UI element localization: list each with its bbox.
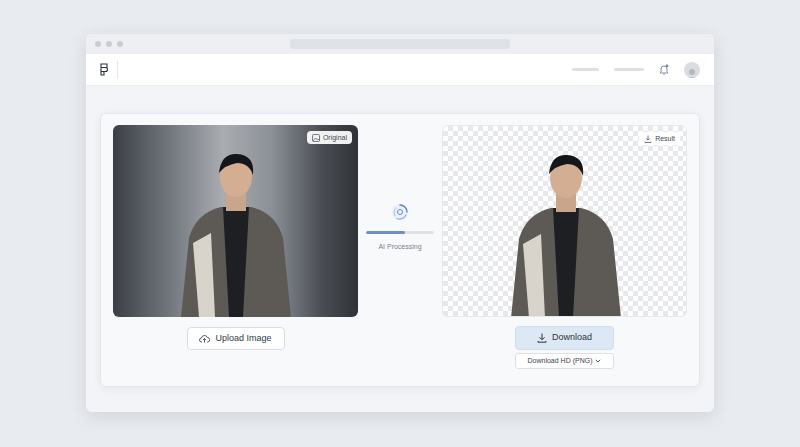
- chevron-down-icon: [595, 359, 601, 363]
- bell-icon[interactable]: [659, 64, 669, 75]
- person-icon: [171, 143, 301, 317]
- cloud-upload-icon: [199, 334, 210, 343]
- avatar-icon[interactable]: [684, 62, 700, 78]
- processing-label: AI Processing: [378, 242, 421, 253]
- browser-window: Original Upload Image: [86, 34, 714, 412]
- processing-status: AI Processing: [358, 125, 442, 386]
- editor-card: Original Upload Image: [100, 113, 700, 387]
- download-icon: [644, 135, 652, 143]
- original-image: Original: [113, 125, 358, 317]
- window-dot[interactable]: [95, 41, 101, 47]
- nav-link[interactable]: [572, 68, 599, 71]
- progress-track: [366, 231, 434, 234]
- person-icon: [501, 144, 631, 317]
- result-badge: Result: [639, 132, 680, 145]
- download-hd-button[interactable]: Download HD (PNG): [515, 353, 614, 369]
- app-header: [86, 54, 714, 86]
- progress-fill: [366, 231, 405, 234]
- address-bar[interactable]: [290, 39, 510, 49]
- image-icon: [312, 134, 320, 142]
- logo-icon[interactable]: [100, 63, 109, 76]
- original-badge: Original: [307, 131, 352, 144]
- upload-button[interactable]: Upload Image: [187, 327, 285, 350]
- spinner-icon: [391, 203, 409, 221]
- nav-link[interactable]: [614, 68, 644, 71]
- result-image: Result: [442, 125, 687, 317]
- download-icon: [537, 333, 547, 343]
- download-button[interactable]: Download: [515, 326, 614, 350]
- title-bar: [86, 34, 714, 54]
- window-dot[interactable]: [117, 41, 123, 47]
- window-dot[interactable]: [106, 41, 112, 47]
